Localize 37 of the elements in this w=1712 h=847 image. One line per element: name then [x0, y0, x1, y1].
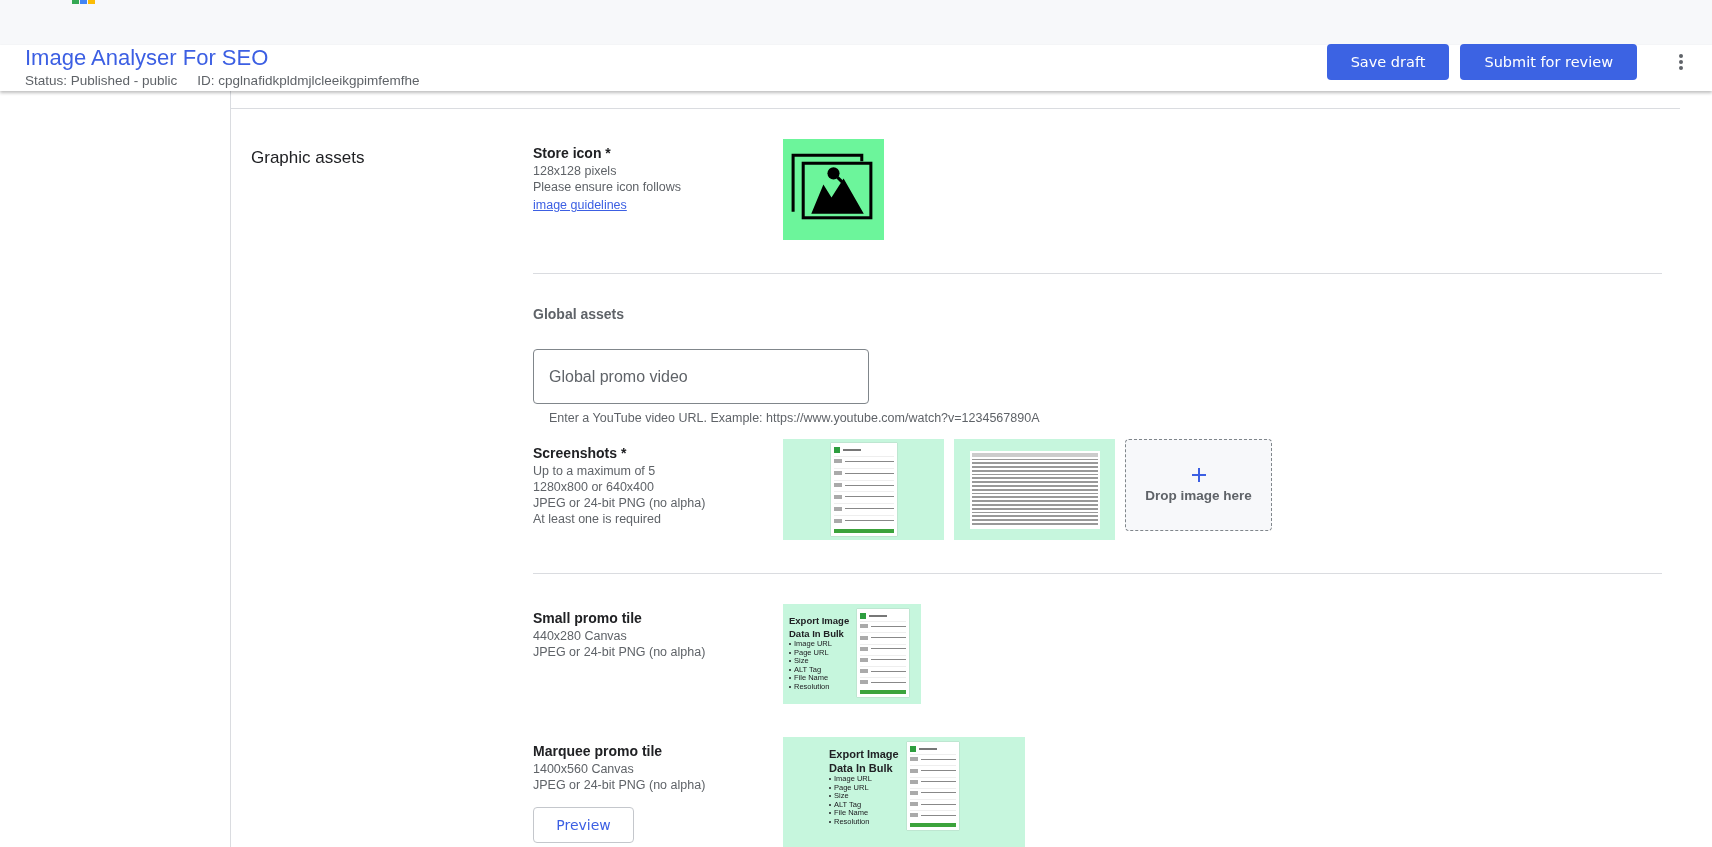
item-id: ID: cpglnafidkpldmjlcleeikgpimfemfhe [197, 72, 420, 88]
promo-headline: Export Image [829, 747, 899, 761]
promo-video-field[interactable]: Global promo video [533, 349, 869, 404]
promo-headline: Export Image [789, 614, 850, 627]
field-description: JPEG or 24-bit PNG (no alpha) [533, 644, 707, 660]
plus-icon [1191, 467, 1206, 482]
promo-headline: Data In Bulk [789, 627, 845, 640]
more-menu-icon[interactable] [1678, 53, 1684, 71]
status-text: Status: Published - public [25, 72, 178, 88]
field-description: JPEG or 24-bit PNG (no alpha) [533, 495, 707, 511]
guidelines-link[interactable]: image guidelines [533, 198, 627, 212]
logo-icon [72, 0, 96, 4]
field-label: Store icon * [533, 144, 612, 163]
field-description: 440x280 Canvas [533, 628, 628, 644]
field-description: JPEG or 24-bit PNG (no alpha) [533, 777, 707, 793]
item-title: Image Analyser For SEO [25, 44, 270, 71]
field-description: 1400x560 Canvas [533, 761, 635, 777]
store-icon [783, 139, 884, 240]
section-title: Graphic assets [250, 147, 366, 169]
drop-zone-text: Drop image here [1145, 487, 1252, 503]
promo-headline: Data In Bulk [829, 761, 894, 775]
field-description: At least one is required [533, 511, 662, 527]
submit-button[interactable]: Submit for review [1460, 44, 1637, 80]
screenshot-thumbnail[interactable] [954, 439, 1115, 540]
screenshot-thumbnail[interactable] [783, 439, 944, 540]
image-drop-zone[interactable]: Drop image here [1125, 439, 1272, 531]
field-label: Small promo tile [533, 609, 643, 628]
save-draft-button[interactable]: Save draft [1326, 44, 1450, 80]
field-description: Please ensure icon follows [533, 179, 682, 195]
field-description: 128x128 pixels [533, 163, 618, 179]
field-hint: Enter a YouTube video URL. Example: https://www.youtube.com/watch?v=1234567890A [548, 411, 1041, 425]
field-description: 1280x800 or 640x400 [533, 479, 655, 495]
subsection-title: Global assets [533, 306, 626, 322]
field-label: Screenshots * [533, 444, 628, 463]
field-label: Marquee promo tile [533, 742, 664, 761]
field-description: Up to a maximum of 5 [533, 463, 657, 479]
preview-button[interactable]: Preview [533, 807, 634, 843]
